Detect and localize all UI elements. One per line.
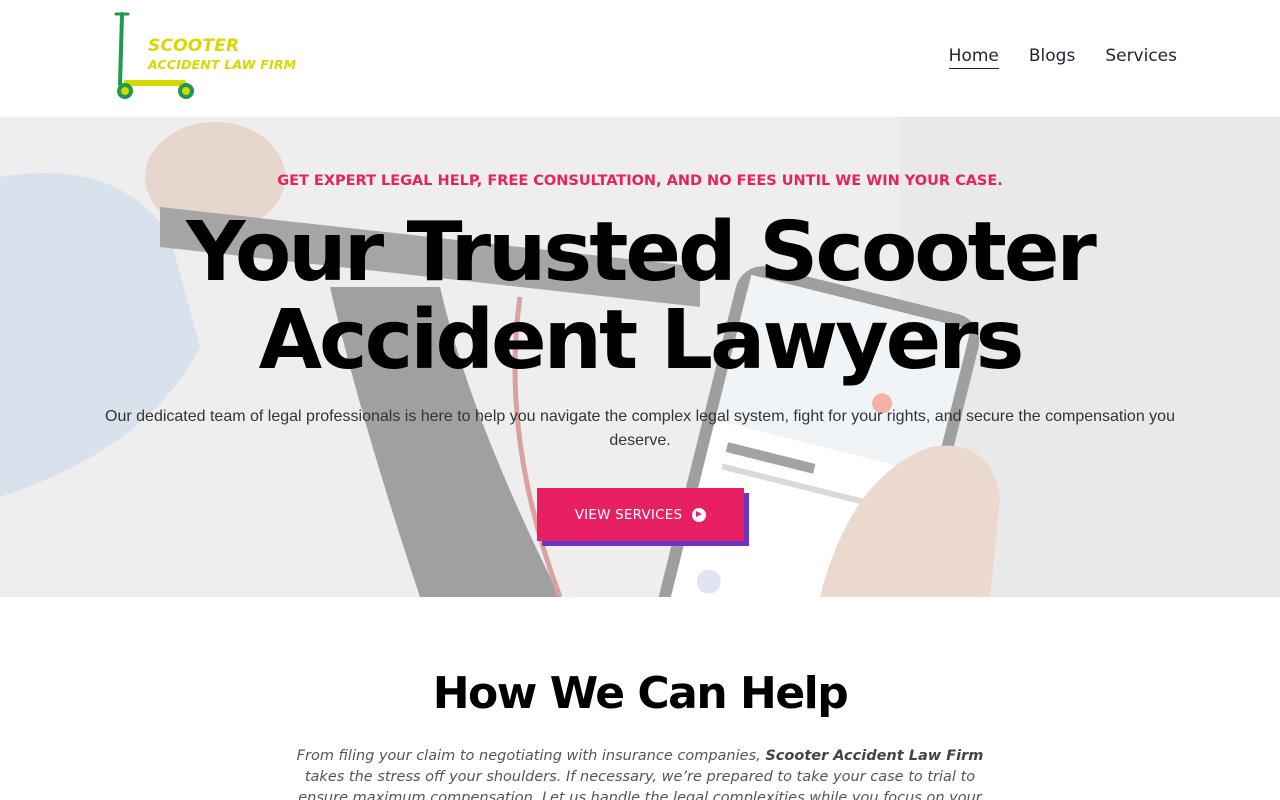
help-description: From filing your claim to negotiating wi…	[280, 746, 1000, 800]
arrow-circle-right-icon	[692, 507, 707, 522]
nav-link-services[interactable]: Services	[1105, 46, 1177, 69]
hero-title-line1: Your Trusted Scooter	[186, 205, 1097, 300]
nav-link-home[interactable]: Home	[948, 46, 999, 69]
cta-wrapper: VIEW SERVICES	[537, 488, 749, 546]
logo-text-line2: ACCIDENT LAW FIRM	[148, 57, 297, 72]
hero-section: GET EXPERT LEGAL HELP, FREE CONSULTATION…	[0, 117, 1280, 597]
hero-title: Your Trusted Scooter Accident Lawyers	[80, 209, 1200, 385]
site-logo[interactable]: SCOOTER ACCIDENT LAW FIRM	[112, 10, 296, 104]
site-header: SCOOTER ACCIDENT LAW FIRM Home Blogs Ser…	[0, 0, 1280, 117]
view-services-button[interactable]: VIEW SERVICES	[537, 488, 744, 541]
hero-eyebrow: GET EXPERT LEGAL HELP, FREE CONSULTATION…	[277, 173, 1003, 189]
logo-text-line1: SCOOTER	[148, 36, 240, 56]
main-nav: Home Blogs Services	[948, 46, 1177, 69]
nav-link-blogs[interactable]: Blogs	[1029, 46, 1075, 69]
view-services-label: VIEW SERVICES	[574, 506, 683, 523]
help-text-before: From filing your claim to negotiating wi…	[296, 748, 766, 764]
hero-title-line2: Accident Lawyers	[258, 293, 1025, 388]
hero-subtitle: Our dedicated team of legal professional…	[105, 408, 1175, 449]
help-text-firm-name: Scooter Accident Law Firm	[765, 748, 984, 764]
help-text-after: takes the stress off your shoulders. If …	[298, 769, 982, 800]
help-title: How We Can Help	[432, 668, 849, 719]
